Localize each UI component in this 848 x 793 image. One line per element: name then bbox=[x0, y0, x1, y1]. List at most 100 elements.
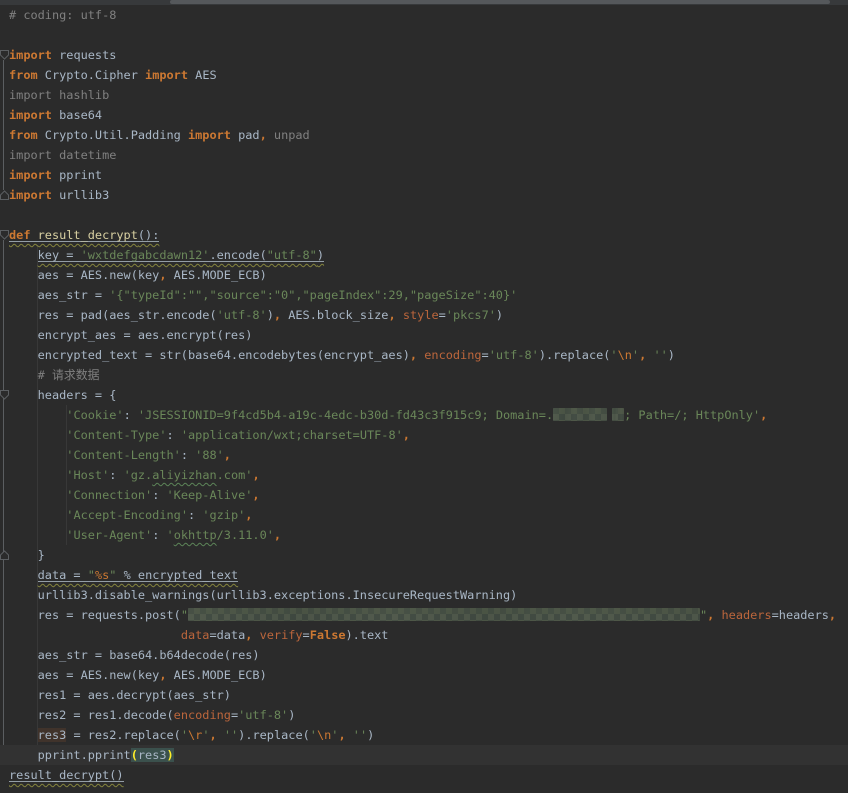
code-line[interactable]: from Crypto.Cipher import AES bbox=[0, 65, 848, 85]
code-area[interactable]: # coding: utf-8import requestsfrom Crypt… bbox=[0, 5, 848, 785]
code-token: import datetime bbox=[9, 148, 116, 162]
code-token: Crypto.Cipher bbox=[45, 68, 145, 82]
code-token: = bbox=[439, 308, 446, 322]
code-token: pad bbox=[238, 128, 259, 142]
code-token: , bbox=[388, 308, 395, 322]
code-token: AES.MODE_ECB) bbox=[167, 668, 267, 682]
code-token: base64 bbox=[59, 108, 102, 122]
code-line[interactable]: res2 = res1.decode(encoding='utf-8') bbox=[0, 705, 848, 725]
code-token: requests bbox=[59, 48, 116, 62]
code-line[interactable]: res = requests.post("", headers=headers, bbox=[0, 605, 848, 625]
code-token: headers bbox=[722, 608, 772, 622]
code-line[interactable]: aes_str = '{"typeId":"","source":"0","pa… bbox=[0, 285, 848, 305]
code-token: ; Path=/; HttpOnly' bbox=[624, 408, 760, 422]
code-line[interactable]: # 请求数据 bbox=[0, 365, 848, 385]
code-line[interactable]: 'Cookie': 'JSESSIONID=9f4cd5b4-a19c-4edc… bbox=[0, 405, 848, 425]
code-line[interactable]: import datetime bbox=[0, 145, 848, 165]
code-token: AES.block_size bbox=[281, 308, 388, 322]
code-token: , bbox=[159, 268, 166, 282]
code-line[interactable]: result_decrypt() bbox=[0, 765, 848, 785]
horizontal-scrollbar-thumb[interactable] bbox=[170, 0, 830, 4]
code-line[interactable]: 'Accept-Encoding': 'gzip', bbox=[0, 505, 848, 525]
code-line[interactable]: res1 = aes.decrypt(aes_str) bbox=[0, 685, 848, 705]
code-line[interactable] bbox=[0, 25, 848, 45]
code-token: ' bbox=[181, 728, 188, 742]
code-token bbox=[217, 728, 224, 742]
code-token: 'application/wxt;charset=UTF-8' bbox=[181, 428, 403, 442]
code-line[interactable]: 'Host': 'gz.aliyizhan.com', bbox=[0, 465, 848, 485]
code-token: res1 = aes.decrypt(aes_str) bbox=[9, 688, 231, 702]
code-line[interactable]: } bbox=[0, 545, 848, 565]
code-token: ) bbox=[317, 248, 324, 262]
code-line[interactable]: res = pad(aes_str.encode('utf-8'), AES.b… bbox=[0, 305, 848, 325]
code-token bbox=[9, 468, 66, 482]
code-token: pprint bbox=[59, 168, 102, 182]
code-token: ) bbox=[288, 708, 295, 722]
code-token: : bbox=[181, 448, 195, 462]
code-token: key = bbox=[38, 248, 81, 262]
code-line[interactable]: headers = { bbox=[0, 385, 848, 405]
code-line[interactable]: import urllib3 bbox=[0, 185, 848, 205]
code-token: } bbox=[9, 548, 45, 562]
code-token: from bbox=[9, 68, 45, 82]
code-token: = bbox=[482, 348, 489, 362]
code-token: % encrypted_text bbox=[116, 568, 238, 582]
code-line[interactable]: # coding: utf-8 bbox=[0, 5, 848, 25]
code-token: , bbox=[403, 428, 410, 442]
code-token: 'utf-8' bbox=[489, 348, 539, 362]
code-token: 'gz. bbox=[124, 468, 153, 482]
code-token: result_decrypt() bbox=[9, 768, 124, 782]
code-line[interactable]: key = 'wxtdefgabcdawn12'.encode("utf-8") bbox=[0, 245, 848, 265]
code-token: res = requests.post( bbox=[9, 608, 181, 622]
code-line[interactable]: 'Content-Type': 'application/wxt;charset… bbox=[0, 425, 848, 445]
code-token: res3 bbox=[38, 728, 67, 742]
code-line[interactable]: aes = AES.new(key, AES.MODE_ECB) bbox=[0, 665, 848, 685]
code-line[interactable]: encrypted_text = str(base64.encodebytes(… bbox=[0, 345, 848, 365]
code-line[interactable]: import hashlib bbox=[0, 85, 848, 105]
code-editor[interactable]: # coding: utf-8import requestsfrom Crypt… bbox=[0, 0, 848, 793]
code-line[interactable]: urllib3.disable_warnings(urllib3.excepti… bbox=[0, 585, 848, 605]
code-line[interactable]: import requests bbox=[0, 45, 848, 65]
code-line[interactable]: res3 = res2.replace('\r', '').replace('\… bbox=[0, 725, 848, 745]
code-line[interactable]: aes_str = base64.b64decode(res) bbox=[0, 645, 848, 665]
code-line[interactable]: encrypt_aes = aes.encrypt(res) bbox=[0, 325, 848, 345]
code-token: urllib3.disable_warnings(urllib3.excepti… bbox=[9, 588, 517, 602]
code-line[interactable]: def result_decrypt(): bbox=[0, 225, 848, 245]
code-line[interactable]: from Crypto.Util.Padding import pad, unp… bbox=[0, 125, 848, 145]
code-token: , bbox=[829, 608, 836, 622]
code-line[interactable]: 'User-Agent': 'okhttp/3.11.0', bbox=[0, 525, 848, 545]
code-token bbox=[346, 728, 353, 742]
code-token: from bbox=[9, 128, 45, 142]
code-token: 'utf-8' bbox=[238, 708, 288, 722]
code-line[interactable]: import base64 bbox=[0, 105, 848, 125]
code-line[interactable]: 'Content-Length': '88', bbox=[0, 445, 848, 465]
code-line[interactable] bbox=[0, 205, 848, 225]
code-line[interactable]: import pprint bbox=[0, 165, 848, 185]
code-token: , bbox=[210, 728, 217, 742]
code-token: : bbox=[124, 408, 138, 422]
code-line[interactable]: data = "%s" % encrypted_text bbox=[0, 565, 848, 585]
code-line[interactable]: aes = AES.new(key, AES.MODE_ECB) bbox=[0, 265, 848, 285]
code-token: 'wxtdefgabcdawn12' bbox=[81, 248, 210, 262]
code-token: ' bbox=[610, 348, 617, 362]
code-token: (): bbox=[138, 228, 159, 242]
code-token: ) bbox=[496, 308, 503, 322]
code-token: 'pkcs7' bbox=[446, 308, 496, 322]
code-token: \r bbox=[188, 728, 202, 742]
code-line[interactable]: data=data, verify=False).text bbox=[0, 625, 848, 645]
code-token: import bbox=[188, 128, 238, 142]
code-line[interactable]: 'Connection': 'Keep-Alive', bbox=[0, 485, 848, 505]
code-token: ).text bbox=[346, 628, 389, 642]
code-token: =headers bbox=[772, 608, 829, 622]
code-token: # coding: utf-8 bbox=[9, 8, 116, 22]
code-token: 'Keep-Alive' bbox=[167, 488, 253, 502]
code-token: aes_str = base64.b64decode(res) bbox=[9, 648, 260, 662]
code-token: "utf-8" bbox=[267, 248, 317, 262]
code-token: , bbox=[159, 668, 166, 682]
code-token: headers = { bbox=[9, 388, 116, 402]
code-token: 'JSESSIONID=9f4cd5b4-a19c-4edc-b30d-fd43… bbox=[138, 408, 553, 422]
code-token: .encode( bbox=[209, 248, 266, 262]
code-token bbox=[9, 408, 66, 422]
code-line-current[interactable]: pprint.pprint(res3) bbox=[0, 745, 848, 765]
code-token: '' bbox=[653, 348, 667, 362]
